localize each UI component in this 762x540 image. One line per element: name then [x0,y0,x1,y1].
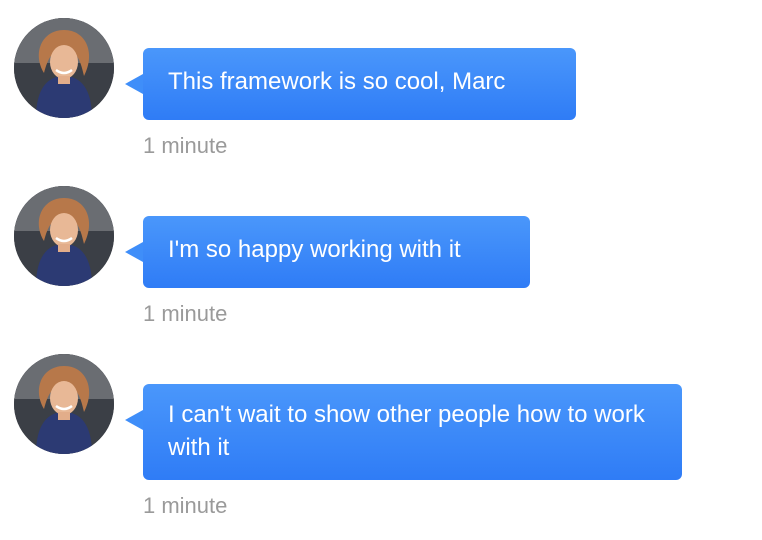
message-text: I can't wait to show other people how to… [168,401,645,461]
avatar[interactable] [14,18,114,118]
message-bubble[interactable]: This framework is so cool, Marc [125,48,576,120]
avatar[interactable] [14,354,114,454]
message-text: This framework is so cool, Marc [168,68,506,95]
user-photo-icon [14,186,114,286]
chat-thread: This framework is so cool, Marc 1 minute… [0,0,762,540]
user-photo-icon [14,354,114,454]
message-timestamp: 1 minute [143,133,228,158]
message-timestamp: 1 minute [143,493,228,518]
message-text: I'm so happy working with it [168,236,461,263]
message-timestamp: 1 minute [143,301,228,326]
avatar[interactable] [14,186,114,286]
message-bubble[interactable]: I can't wait to show other people how to… [125,384,682,480]
user-photo-icon [14,18,114,118]
message-bubble[interactable]: I'm so happy working with it [125,216,530,288]
